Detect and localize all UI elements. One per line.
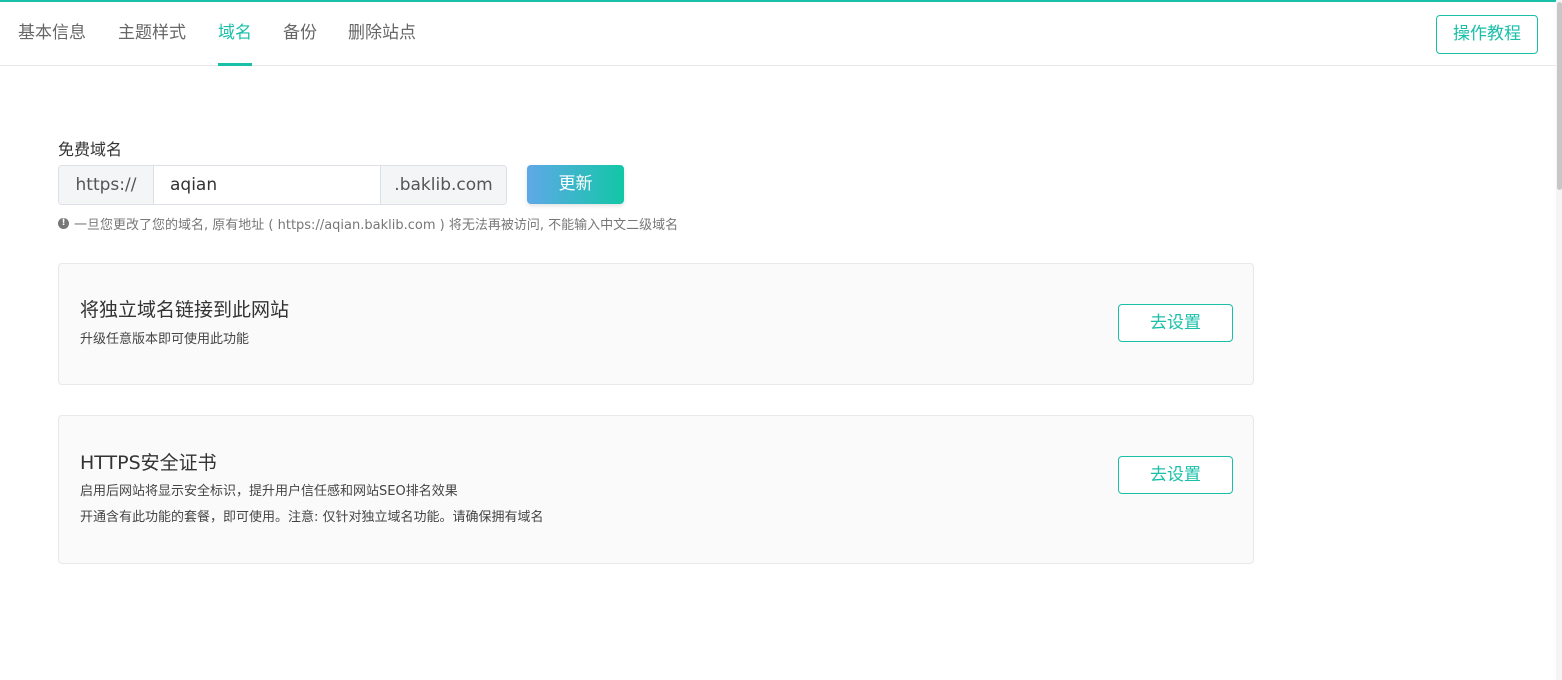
custom-domain-title: 将独立域名链接到此网站 xyxy=(80,299,290,321)
tab-label: 删除站点 xyxy=(348,23,416,43)
tutorial-button[interactable]: 操作教程 xyxy=(1436,15,1538,54)
domain-suffix: .baklib.com xyxy=(380,166,506,204)
tab-basic-info[interactable]: 基本信息 xyxy=(18,0,86,66)
scrollbar-thumb[interactable] xyxy=(1557,2,1562,190)
https-setup-button[interactable]: 去设置 xyxy=(1118,456,1233,494)
exclamation-circle-icon: ! xyxy=(58,218,69,229)
custom-domain-setup-button[interactable]: 去设置 xyxy=(1118,304,1233,342)
domain-input-group: https:// .baklib.com xyxy=(58,165,507,205)
active-tab-underline xyxy=(218,63,252,66)
subdomain-input[interactable] xyxy=(154,166,380,204)
https-desc-1: 启用后网站将显示安全标识，提升用户信任感和网站SEO排名效果 xyxy=(80,484,458,499)
custom-domain-card: 将独立域名链接到此网站 升级任意版本即可使用此功能 去设置 xyxy=(58,263,1254,385)
domain-hint-text: 一旦您更改了您的域名, 原有地址 ( https://aqian.baklib.… xyxy=(74,218,679,233)
domain-hint: ! 一旦您更改了您的域名, 原有地址 ( https://aqian.bakli… xyxy=(58,214,678,233)
tab-domain[interactable]: 域名 xyxy=(218,0,252,66)
update-button[interactable]: 更新 xyxy=(527,165,624,204)
free-domain-label: 免费域名 xyxy=(58,140,123,159)
tab-backup[interactable]: 备份 xyxy=(283,0,317,66)
tab-theme-style[interactable]: 主题样式 xyxy=(118,0,186,66)
custom-domain-desc: 升级任意版本即可使用此功能 xyxy=(80,332,250,347)
https-certificate-card: HTTPS安全证书 启用后网站将显示安全标识，提升用户信任感和网站SEO排名效果… xyxy=(58,415,1254,564)
tab-label: 主题样式 xyxy=(118,23,186,43)
https-title: HTTPS安全证书 xyxy=(80,452,217,474)
tab-label: 基本信息 xyxy=(18,23,86,43)
settings-tab-bar: 基本信息 主题样式 域名 备份 删除站点 操作教程 xyxy=(0,0,1556,66)
https-desc-2: 开通含有此功能的套餐，即可使用。注意: 仅针对独立域名功能。请确保拥有域名 xyxy=(80,510,544,525)
tab-label: 备份 xyxy=(283,23,317,43)
tab-label: 域名 xyxy=(218,23,252,43)
domain-prefix: https:// xyxy=(59,166,154,204)
tab-delete-site[interactable]: 删除站点 xyxy=(348,0,416,66)
